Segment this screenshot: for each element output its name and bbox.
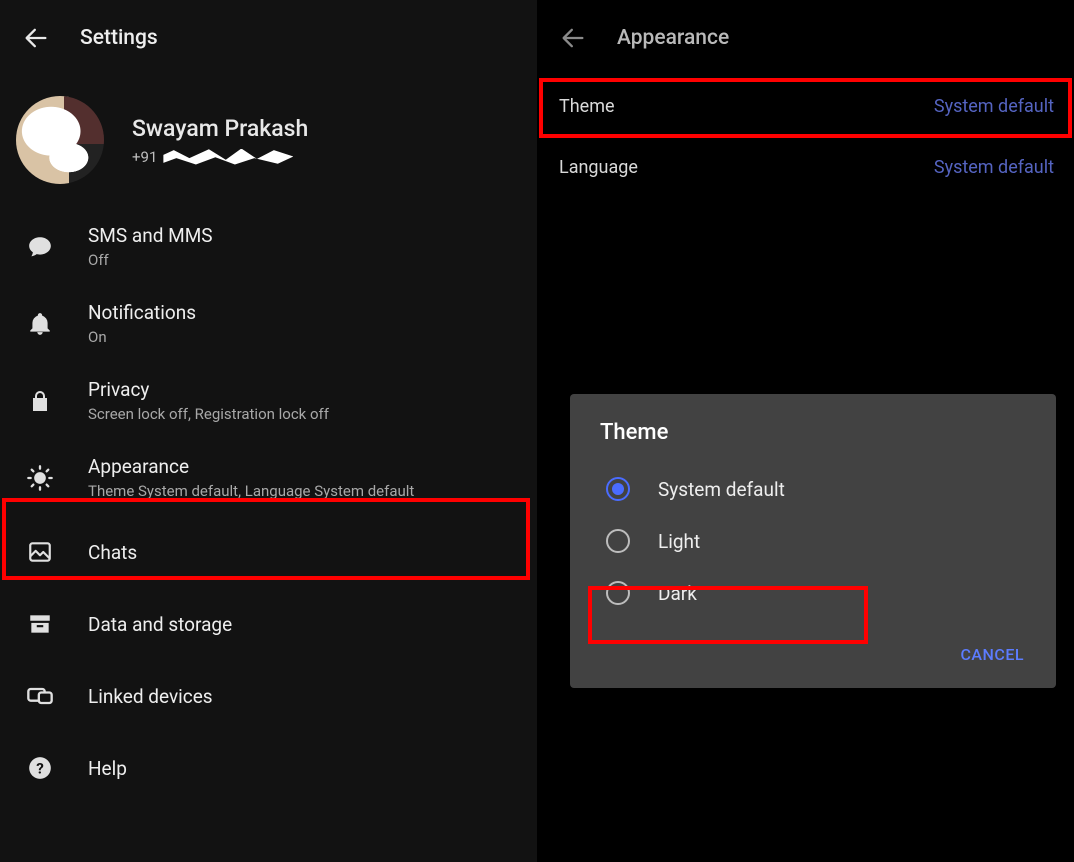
- item-subtitle: Off: [88, 251, 213, 269]
- settings-header: Settings: [0, 0, 537, 76]
- phone-prefix: +91: [132, 148, 157, 166]
- redacted-phone: [163, 149, 293, 165]
- item-label: Data and storage: [88, 613, 232, 636]
- theme-option-dark[interactable]: Dark: [600, 567, 1038, 619]
- theme-dialog: Theme System default Light Dark CANCEL: [570, 394, 1056, 688]
- item-label: Chats: [88, 541, 137, 564]
- sun-icon: [20, 464, 60, 492]
- setting-row-language[interactable]: Language System default: [537, 137, 1074, 198]
- back-arrow-icon[interactable]: [559, 24, 587, 52]
- help-icon: ?: [20, 755, 60, 781]
- profile-text: Swayam Prakash +91: [132, 115, 308, 166]
- settings-item-appearance[interactable]: Appearance Theme System default, Languag…: [0, 439, 537, 516]
- page-title: Settings: [80, 26, 158, 50]
- item-label: Notifications: [88, 301, 196, 324]
- setting-value: System default: [934, 157, 1054, 178]
- archive-icon: [20, 611, 60, 637]
- cancel-button[interactable]: CANCEL: [946, 637, 1038, 672]
- settings-item-linked-devices[interactable]: Linked devices: [0, 660, 537, 732]
- settings-item-data-storage[interactable]: Data and storage: [0, 588, 537, 660]
- option-label: System default: [658, 478, 785, 501]
- item-label: SMS and MMS: [88, 224, 213, 247]
- image-icon: [20, 539, 60, 565]
- option-label: Light: [658, 530, 700, 553]
- item-label: Linked devices: [88, 685, 213, 708]
- settings-screen: Settings Swayam Prakash +91 SMS and MMS …: [0, 0, 537, 862]
- setting-key: Theme: [559, 96, 615, 117]
- appearance-header: Appearance: [537, 0, 1074, 76]
- appearance-screen: Appearance Theme System default Language…: [537, 0, 1074, 862]
- dialog-title: Theme: [600, 420, 1038, 445]
- setting-value: System default: [934, 96, 1054, 117]
- item-label: Privacy: [88, 378, 329, 401]
- radio-icon[interactable]: [606, 529, 630, 553]
- item-subtitle: On: [88, 328, 196, 346]
- radio-icon[interactable]: [606, 581, 630, 605]
- item-label: Help: [88, 757, 127, 780]
- radio-icon[interactable]: [606, 477, 630, 501]
- settings-item-help[interactable]: ? Help: [0, 732, 537, 804]
- settings-item-sms[interactable]: SMS and MMS Off: [0, 208, 537, 285]
- theme-option-light[interactable]: Light: [600, 515, 1038, 567]
- settings-item-chats[interactable]: Chats: [0, 516, 537, 588]
- item-subtitle: Screen lock off, Registration lock off: [88, 405, 329, 423]
- svg-text:?: ?: [36, 759, 44, 777]
- chat-icon: [20, 234, 60, 260]
- bell-icon: [20, 311, 60, 337]
- settings-item-privacy[interactable]: Privacy Screen lock off, Registration lo…: [0, 362, 537, 439]
- option-label: Dark: [658, 582, 697, 605]
- setting-row-theme[interactable]: Theme System default: [537, 76, 1074, 137]
- item-subtitle: Theme System default, Language System de…: [88, 482, 414, 500]
- setting-key: Language: [559, 157, 638, 178]
- item-label: Appearance: [88, 455, 414, 478]
- back-arrow-icon[interactable]: [22, 24, 50, 52]
- page-title: Appearance: [617, 26, 729, 50]
- profile-phone: +91: [132, 148, 308, 166]
- theme-option-system-default[interactable]: System default: [600, 463, 1038, 515]
- linked-devices-icon: [20, 682, 60, 710]
- profile-name: Swayam Prakash: [132, 115, 308, 142]
- settings-item-notifications[interactable]: Notifications On: [0, 285, 537, 362]
- lock-icon: [20, 389, 60, 413]
- profile-row[interactable]: Swayam Prakash +91: [0, 76, 537, 208]
- avatar: [16, 96, 104, 184]
